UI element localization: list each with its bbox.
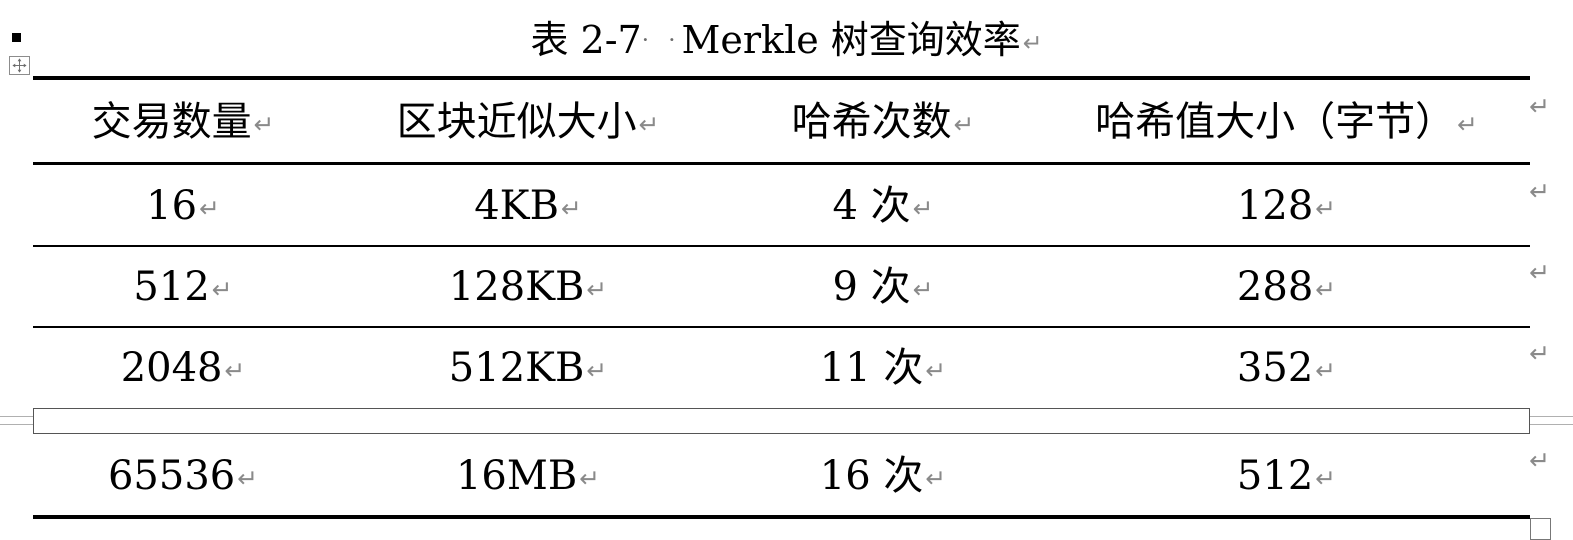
table-cell: 128↵ (1236, 183, 1337, 229)
header-cell: 交易数量↵ (91, 99, 275, 145)
table-cell: 128KB↵ (448, 264, 608, 310)
header-cell: 哈希值大小（字节）↵ (1095, 99, 1478, 145)
table-row: 2048↵ 512KB↵ 11 次↵ 352↵ (33, 328, 1530, 408)
end-of-row-icon: ↵ (1529, 177, 1550, 206)
table-bottom-rule (33, 515, 1530, 519)
table-cell: 11 次↵ (819, 345, 947, 391)
header-cell: 哈希次数↵ (791, 99, 975, 145)
end-of-row-icon: ↵ (1529, 339, 1550, 368)
table-cell: 512↵ (1236, 453, 1337, 499)
table-caption: 表 2-7· ·Merkle 树查询效率↵ (0, 14, 1573, 69)
end-of-row-icon: ↵ (1529, 258, 1550, 287)
table-header-row: 交易数量↵ 区块近似大小↵ 哈希次数↵ 哈希值大小（字节）↵ (33, 78, 1530, 166)
table-cell: 65536↵ (107, 453, 259, 499)
table-cell: 352↵ (1236, 345, 1337, 391)
resize-handle-icon[interactable] (1530, 518, 1551, 540)
table-cell: 4KB↵ (474, 183, 582, 229)
table-cell: 512KB↵ (448, 345, 608, 391)
header-rule (33, 162, 1530, 165)
table-cell: 512↵ (133, 264, 233, 310)
caption-title: Merkle 树查询效率 (681, 18, 1021, 62)
four-way-arrow-icon (12, 58, 27, 73)
table-split-gap (0, 407, 1573, 435)
table-cell: 2048↵ (120, 345, 246, 391)
table-move-handle-icon[interactable] (9, 56, 30, 75)
table-row: 65536↵ 16MB↵ 16 次↵ 512↵ (33, 435, 1530, 517)
table-cell: 4 次↵ (832, 183, 934, 229)
end-of-row-icon: ↵ (1529, 446, 1550, 475)
caption-prefix: 表 2-7 (530, 18, 642, 62)
header-cell: 区块近似大小↵ (396, 99, 660, 145)
table-cell: 288↵ (1236, 264, 1337, 310)
end-of-row-icon: ↵ (1529, 92, 1550, 121)
table-cell: 16↵ (146, 183, 220, 229)
table-row: 16↵ 4KB↵ 4 次↵ 128↵ (33, 166, 1530, 246)
table-cell: 16MB↵ (455, 453, 601, 499)
table-row: 512↵ 128KB↵ 9 次↵ 288↵ (33, 247, 1530, 327)
table-cell: 9 次↵ (832, 264, 934, 310)
split-row-box (33, 408, 1530, 434)
paragraph-mark: ↵ (1022, 28, 1043, 57)
table-cell: 16 次↵ (819, 453, 947, 499)
caption-dots: · · (641, 27, 682, 54)
